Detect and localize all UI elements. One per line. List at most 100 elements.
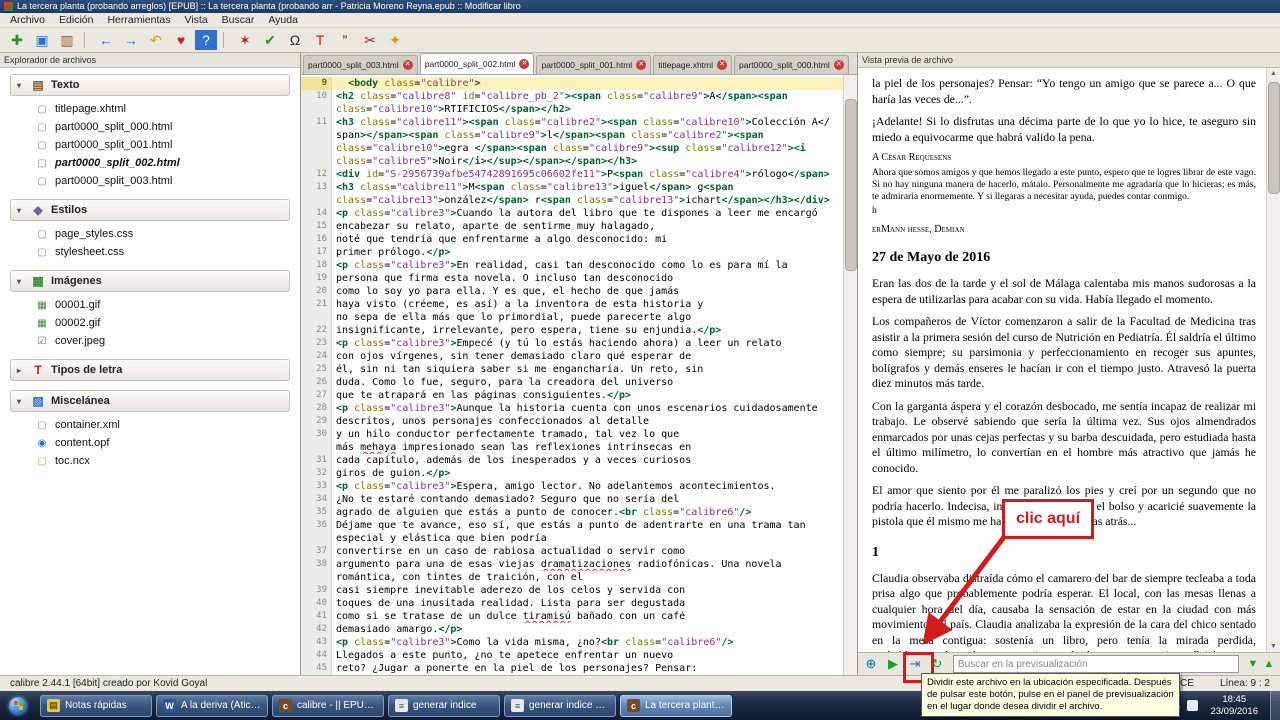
expander-icon[interactable]: ▾ — [17, 277, 25, 286]
file-item[interactable]: ▢ part0000_split_001.html — [12, 136, 290, 154]
menu-item[interactable]: Ayuda — [261, 13, 305, 27]
code-line[interactable]: 30 y un hilo conductor perfectamente tra… — [301, 428, 844, 441]
taskbar-clock[interactable]: 18:45 23/09/2016 — [1203, 694, 1265, 718]
scroll-up-icon[interactable]: ▲ — [1267, 68, 1280, 79]
editor-tab[interactable]: part0000_split_000.html ✕ — [734, 55, 849, 74]
code-line[interactable]: 31 cada capítulo, además de los inespera… — [301, 454, 844, 467]
toolbar-separator[interactable] — [223, 32, 228, 48]
code-line[interactable]: 40 toques de una inusitada realidad. Lis… — [301, 597, 844, 610]
code-line[interactable]: 35 agrado de alguien que estás a punto d… — [301, 506, 844, 519]
code-line[interactable]: span></span><span class="calibre9">l</sp… — [301, 129, 844, 142]
code-line[interactable]: 26 duda. Como lo fue, seguro, para la cr… — [301, 376, 844, 389]
code-line[interactable]: 24 con ojos vírgenes, sin tener demasiad… — [301, 350, 844, 363]
donate-icon[interactable]: ♥ — [170, 30, 192, 50]
taskbar-button[interactable]: ≡ generar indice — [388, 694, 500, 717]
editor-tab[interactable]: part0000_split_003.html ✕ — [303, 55, 418, 74]
editor-tab[interactable]: part0000_split_001.html ✕ — [536, 55, 652, 74]
preview-search-input[interactable] — [953, 655, 1239, 673]
code-line[interactable]: 37 convertirse en un caso de rabiosa act… — [301, 545, 844, 558]
file-item[interactable]: ▦ 00002.gif — [12, 314, 290, 332]
taskbar-button[interactable]: c La tercera planta (... — [620, 694, 732, 717]
preview-scrollbar-thumb[interactable] — [1268, 82, 1280, 194]
code-line[interactable]: 19 persona que firma esta novela. O incl… — [301, 272, 844, 285]
spellcheck-icon[interactable]: ✔ — [259, 30, 281, 50]
preview-scrollbar[interactable]: ▲ ▼ — [1266, 68, 1280, 652]
code-line[interactable]: 27 que te atrapará en las páginas consig… — [301, 389, 844, 402]
code-line[interactable]: 18 <p class="calibre3">En realidad, casi… — [301, 259, 844, 272]
undo-icon[interactable]: ↶ — [145, 30, 167, 50]
toolbar-separator[interactable] — [84, 32, 89, 48]
remove-unused-icon[interactable]: ✂ — [359, 30, 381, 50]
file-item[interactable]: ▢ container.xml — [12, 416, 290, 434]
code-line[interactable]: class="calibre5">Noir</i></sup></span></… — [301, 155, 844, 168]
code-line[interactable]: 21 haya visto (créeme, es así) a la inve… — [301, 298, 844, 311]
file-item[interactable]: ▢ toc.ncx — [12, 452, 290, 470]
start-button[interactable] — [0, 691, 36, 720]
smarten-quotes-icon[interactable]: ” — [334, 30, 356, 50]
check-book-icon[interactable]: ✶ — [234, 30, 256, 50]
forward-icon[interactable]: → — [120, 30, 142, 50]
menu-item[interactable]: Edición — [52, 13, 100, 27]
file-item[interactable]: ▢ page_styles.css — [12, 225, 290, 243]
tray-icon[interactable] — [1187, 700, 1199, 711]
file-section-header[interactable]: ▸ T Tipos de letra — [10, 359, 290, 381]
scroll-down-icon[interactable]: ▼ — [1267, 641, 1280, 652]
editor-scrollbar[interactable] — [843, 75, 857, 675]
code-line[interactable]: 44 Llegados a este punto, ¿no te apetece… — [301, 649, 844, 662]
code-line[interactable]: 45 reto? ¿Jugar a ponerte en la piel de … — [301, 662, 844, 675]
open-book-icon[interactable]: ▥ — [56, 30, 78, 50]
tab-close-icon[interactable]: ✕ — [717, 60, 728, 70]
editor-tab[interactable]: titlepage.xhtml ✕ — [653, 55, 733, 74]
expander-icon[interactable]: ▾ — [17, 397, 25, 406]
help-icon[interactable]: ? — [195, 30, 217, 50]
file-item[interactable]: ◉ content.opf — [12, 434, 290, 452]
code-line[interactable]: 28 <p class="calibre3">Aunque la histori… — [301, 402, 844, 415]
editor-tab[interactable]: part0000_split_002.html ✕ — [419, 53, 535, 74]
expander-icon[interactable]: ▾ — [17, 81, 25, 90]
code-line[interactable]: no sepa de ella más que lo primordial, p… — [301, 311, 844, 324]
code-line[interactable]: 29 descritos, unos personajes confeccion… — [301, 415, 844, 428]
special-character-icon[interactable]: Ω — [284, 30, 306, 50]
code-line[interactable]: 39 casi siempre inevitable aderezo de lo… — [301, 584, 844, 597]
file-item[interactable]: ☑ cover.jpeg — [12, 332, 290, 350]
transform-case-icon[interactable]: T — [309, 30, 331, 50]
code-line[interactable]: 34 ¿No te estaré contando demasiado? Seg… — [301, 493, 844, 506]
code-line[interactable]: class="calibre10">RTIFICIOS</span></h2> — [301, 103, 844, 116]
expander-icon[interactable]: ▸ — [17, 366, 25, 375]
file-section-header[interactable]: ▾ ▦ Imágenes — [10, 270, 290, 292]
open-in-browser-button[interactable]: ⊕ — [861, 655, 881, 673]
code-line[interactable]: 43 <p class="calibre3">Como la vida mism… — [301, 636, 844, 649]
file-item[interactable]: ▢ titlepage.xhtml — [12, 100, 290, 118]
file-item[interactable]: ▢ part0000_split_002.html — [12, 154, 290, 172]
run-button[interactable]: ▶ — [883, 655, 903, 673]
code-line[interactable]: romántica, con tintes de traición, con e… — [301, 571, 844, 584]
tab-close-icon[interactable]: ✕ — [833, 60, 844, 70]
code-line[interactable]: 20 como lo soy yo para ella. Y es que, e… — [301, 285, 844, 298]
find-next-button[interactable]: ▼ — [1245, 655, 1261, 673]
file-item[interactable]: ▦ 00001.gif — [12, 296, 290, 314]
code-line[interactable]: 13 <h3 class="calibre11">M<span class="c… — [301, 181, 844, 194]
code-line[interactable]: 12 <div id="S-2956739afbe54742891695c066… — [301, 168, 844, 181]
menu-item[interactable]: Archivo — [3, 13, 52, 27]
code-line[interactable]: 15 encabezar su relato, aparte de sentir… — [301, 220, 844, 233]
find-prev-button[interactable]: ▲ — [1261, 655, 1277, 673]
code-line[interactable]: 38 argumento para una de esas viejas dra… — [301, 558, 844, 571]
file-item[interactable]: ▢ stylesheet.css — [12, 243, 290, 261]
preview-content[interactable]: la piel de los personajes? Pensar: “Yo t… — [858, 68, 1266, 652]
file-section-header[interactable]: ▾ ▤ Texto — [10, 74, 290, 96]
code-line[interactable]: 23 <p class="calibre3">Empecé (y tú lo e… — [301, 337, 844, 350]
code-line[interactable]: 22 insignificante, irrelevante, pero esp… — [301, 324, 844, 337]
code-line[interactable]: más mehaya impresionado sean las reflexi… — [301, 441, 844, 454]
new-file-icon[interactable]: ✚ — [6, 30, 28, 50]
file-item[interactable]: ▢ part0000_split_000.html — [12, 118, 290, 136]
menu-item[interactable]: Vista — [178, 13, 215, 27]
file-section-header[interactable]: ▾ ▧ Miscelánea — [10, 390, 290, 412]
taskbar-button[interactable]: c calibre - || EPUB 2... — [272, 694, 384, 717]
file-section-header[interactable]: ▾ ◆ Estilos — [10, 199, 290, 221]
code-line[interactable]: class="calibre13">onzález</span> r<span … — [301, 194, 844, 207]
taskbar-button[interactable]: ▤ Notas rápidas — [40, 694, 152, 717]
menu-item[interactable]: Herramientas — [100, 13, 177, 27]
code-line[interactable]: class="calibre10">egra </span><span clas… — [301, 142, 844, 155]
editor-scrollbar-thumb[interactable] — [845, 99, 857, 271]
tab-close-icon[interactable]: ✕ — [636, 60, 647, 70]
